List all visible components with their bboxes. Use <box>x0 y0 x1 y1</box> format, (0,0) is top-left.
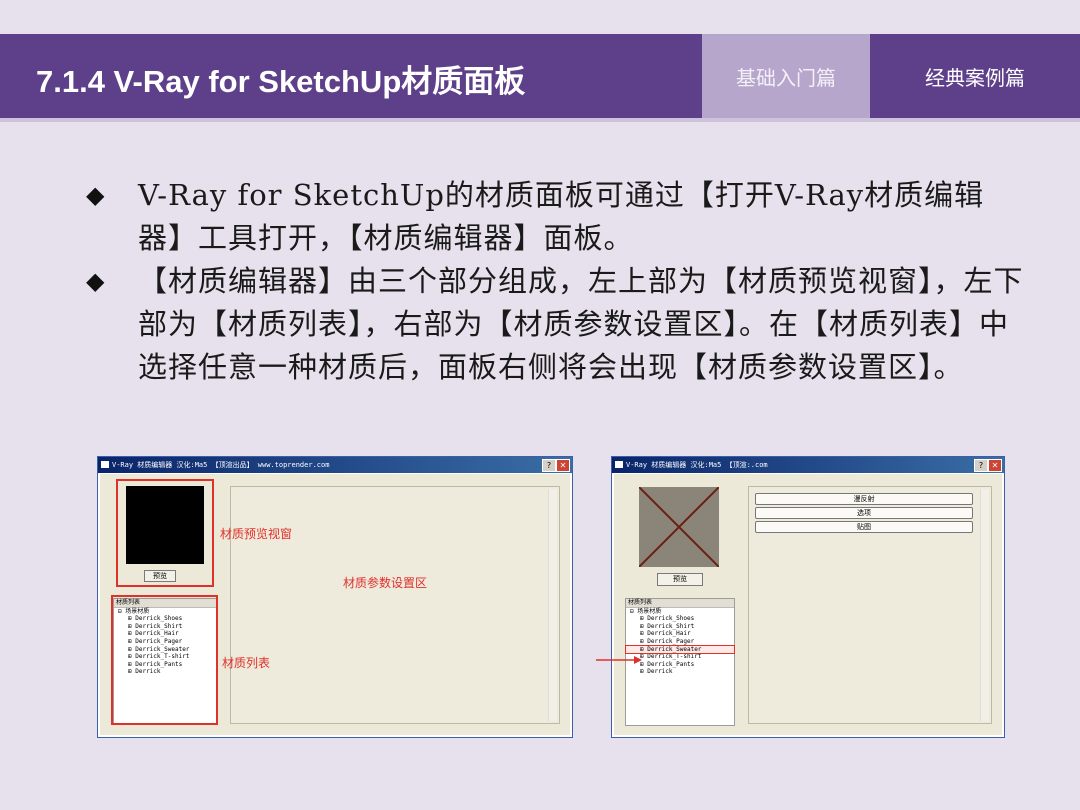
window-titlebar: V-Ray 材质编辑器 汉化:Ma5 【顶渲出品】 www.toprender.… <box>98 457 572 473</box>
list-item[interactable]: ⊞ Derrick_Pants <box>626 661 734 669</box>
editor-body: 预览 材质列表 ⊟ 场景材质 ⊞ Derrick_Shoes ⊞ Derrick… <box>100 474 570 735</box>
parameter-area <box>230 486 560 724</box>
list-item[interactable]: ⊞ Derrick_Hair <box>626 630 734 638</box>
bullet-item: ◆ 【材质编辑器】由三个部分组成，左上部为【材质预览视窗】，左下部为【材质列表】… <box>86 260 1026 389</box>
window-title: V-Ray 材质编辑器 汉化:Ma5 【顶渲:.com <box>626 461 768 469</box>
label-preview-window: 材质预览视窗 <box>220 527 293 541</box>
scrollbar[interactable] <box>548 489 557 721</box>
preview-highlight <box>116 479 214 587</box>
material-swatch-icon <box>639 487 719 567</box>
header-divider <box>0 118 1080 122</box>
bullet-text: 【材质编辑器】由三个部分组成，左上部为【材质预览视窗】，左下部为【材质列表】，右… <box>138 264 1024 384</box>
scrollbar[interactable] <box>980 489 989 721</box>
arrow-pointer-icon <box>596 656 642 664</box>
window-titlebar: V-Ray 材质编辑器 汉化:Ma5 【顶渲:.com <box>612 457 1004 473</box>
bullet-item: ◆ V-Ray for SketchUp的材质面板可通过【打开V-Ray材质编辑… <box>86 174 1026 260</box>
title-bar: 7.1.4 V-Ray for SketchUp材质面板 <box>0 34 702 118</box>
list-item-selected[interactable]: ⊞ Derrick_Sweater <box>625 644 735 655</box>
tab-basic[interactable]: 基础入门篇 <box>702 34 870 118</box>
slide-title: 7.1.4 V-Ray for SketchUp材质面板 <box>36 64 526 99</box>
help-button[interactable]: ? <box>974 459 988 472</box>
diamond-bullet-icon: ◆ <box>86 267 106 295</box>
parameter-area: 漫反射 选项 贴图 <box>748 486 992 724</box>
window-icon <box>101 461 109 468</box>
right-editor-screenshot: V-Ray 材质编辑器 汉化:Ma5 【顶渲:.com ? ✕ 预览 材质列表 … <box>611 456 1005 738</box>
slide-header: 7.1.4 V-Ray for SketchUp材质面板 基础入门篇 经典案例篇 <box>0 34 1080 122</box>
window-title: V-Ray 材质编辑器 汉化:Ma5 【顶渲出品】 www.toprender.… <box>112 461 330 469</box>
list-item[interactable]: ⊞ Derrick_Pager <box>626 638 734 646</box>
left-editor-screenshot: V-Ray 材质编辑器 汉化:Ma5 【顶渲出品】 www.toprender.… <box>97 456 573 738</box>
preview-button[interactable]: 预览 <box>657 573 703 586</box>
missing-texture-icon <box>639 487 719 567</box>
list-item[interactable]: ⊞ Derrick_Shoes <box>626 615 734 623</box>
tab-classic[interactable]: 经典案例篇 <box>870 34 1080 118</box>
list-item[interactable]: ⊞ Derrick_Shirt <box>626 623 734 631</box>
list-item[interactable]: ⊞ Derrick <box>626 668 734 676</box>
tree-root[interactable]: ⊟ 场景材质 <box>626 608 734 616</box>
list-item[interactable]: ⊞ Derrick_T-shirt <box>626 653 734 661</box>
options-button[interactable]: 选项 <box>755 507 973 519</box>
diamond-bullet-icon: ◆ <box>86 181 106 209</box>
close-button[interactable]: ✕ <box>988 459 1002 472</box>
list-highlight <box>111 595 218 725</box>
label-parameter-area: 材质参数设置区 <box>343 576 428 590</box>
window-icon <box>615 461 623 468</box>
bullet-text: V-Ray for SketchUp的材质面板可通过【打开V-Ray材质编辑器】… <box>138 178 985 255</box>
label-material-list: 材质列表 <box>222 656 271 670</box>
material-list-header: 材质列表 <box>626 599 734 608</box>
bullet-list: ◆ V-Ray for SketchUp的材质面板可通过【打开V-Ray材质编辑… <box>86 174 1026 389</box>
help-button[interactable]: ? <box>542 459 556 472</box>
close-button[interactable]: ✕ <box>556 459 570 472</box>
diffuse-button[interactable]: 漫反射 <box>755 493 973 505</box>
editor-body: 预览 材质列表 ⊟ 场景材质 ⊞ Derrick_Shoes ⊞ Derrick… <box>614 474 1002 735</box>
maps-button[interactable]: 贴图 <box>755 521 973 533</box>
